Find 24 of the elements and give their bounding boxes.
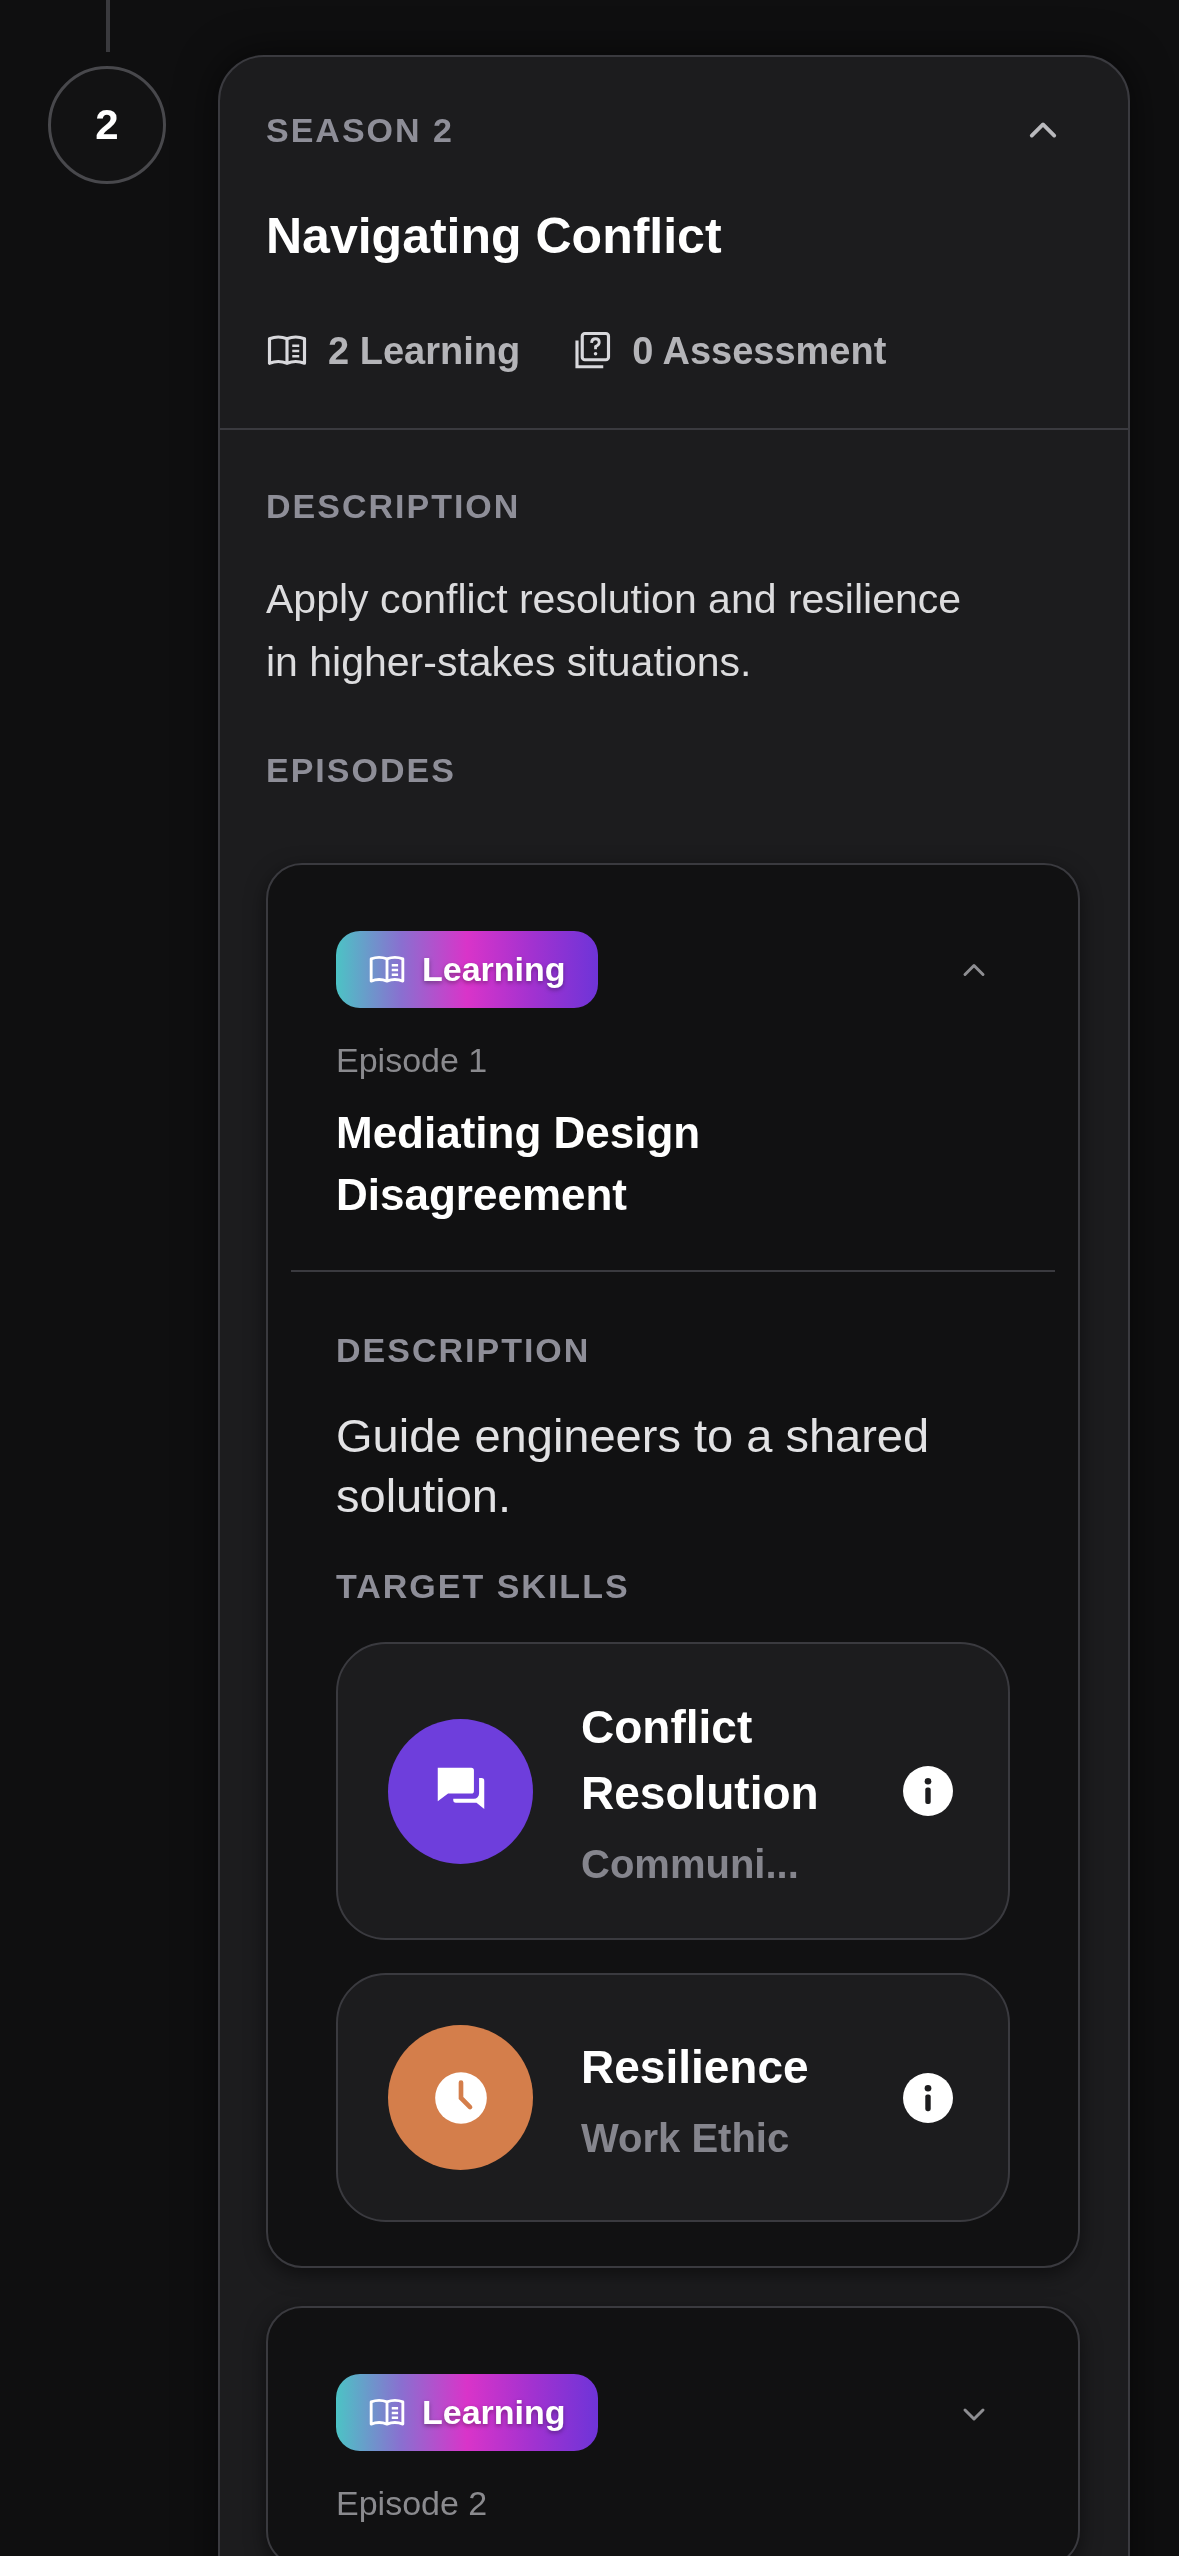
badge-label: Learning (422, 2393, 566, 2432)
description-text: Apply conflict resolution and resilience in higher-stakes situations. (266, 575, 963, 687)
skill-name: Resilience (581, 2039, 810, 2095)
section-label: DESCRIPTION (266, 486, 522, 526)
skill-name: Conflict Resolution (581, 1700, 820, 1821)
season-label: SEASON 2 (266, 110, 454, 150)
skill-card[interactable]: Resilience Work Ethic (336, 1973, 1010, 2222)
info-icon (903, 1766, 953, 1816)
badge-label: Learning (422, 950, 566, 989)
season-title: Navigating Conflict (266, 207, 723, 266)
info-icon (903, 2072, 953, 2123)
stat-count: 0 Assessment (632, 329, 887, 374)
skill-card[interactable]: Conflict Resolution Communi... (336, 1642, 1010, 1940)
section-label: EPISODES (266, 750, 457, 790)
skill-category: Communi... (581, 1841, 800, 1888)
stat-count: 2 Learning (328, 329, 521, 374)
skill-category: Work Ethic (581, 2114, 791, 2162)
description-text: Guide engineers to a shared solution. (336, 1408, 931, 1524)
step-number: 2 (48, 66, 166, 184)
episode-number: Episode 1 (335, 1042, 489, 1078)
section-label: TARGET SKILLS (336, 1566, 631, 1606)
section-label: DESCRIPTION (336, 1330, 592, 1370)
episode-title: Mediating Design Disagreement (335, 1107, 702, 1221)
episode-number: Episode 2 (335, 2485, 489, 2521)
